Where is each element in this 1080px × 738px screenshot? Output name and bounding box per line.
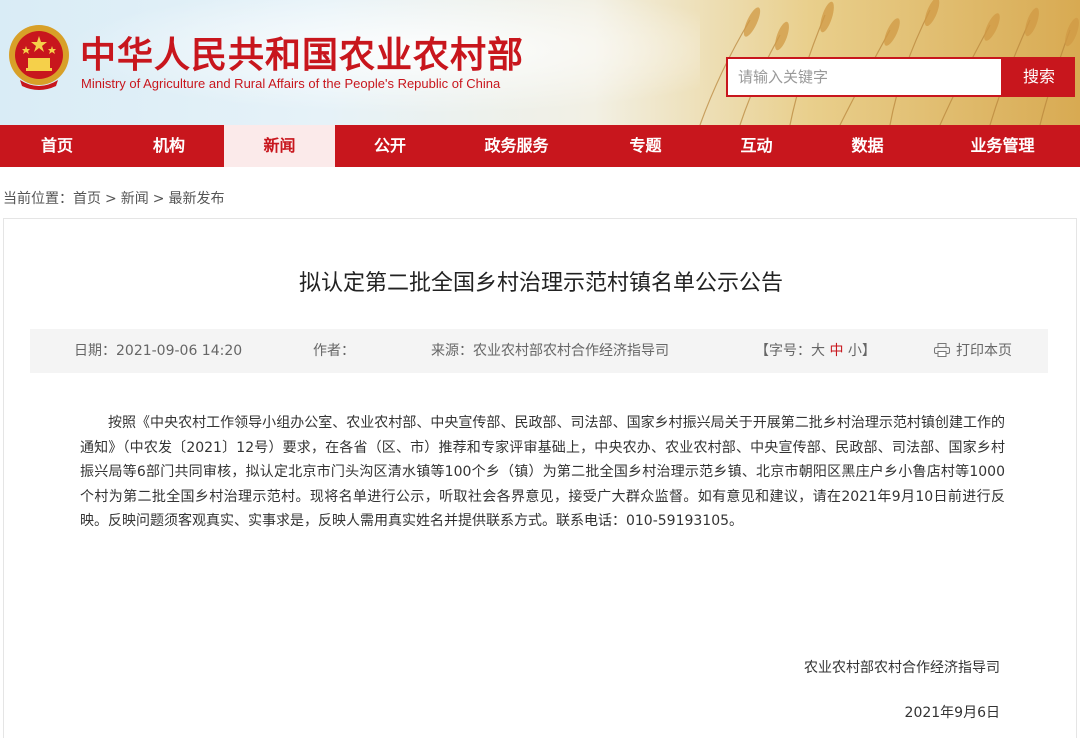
article-body: 按照《中央农村工作领导小组办公室、农业农村部、中央宣传部、民政部、司法部、国家乡…: [80, 415, 1005, 529]
printer-icon: [934, 343, 950, 357]
breadcrumb-separator: >: [152, 191, 165, 207]
breadcrumb: 当前位置：首页 > 新闻 > 最新发布: [3, 188, 224, 208]
breadcrumb-prefix: 当前位置：: [3, 191, 73, 207]
nav-item-organization[interactable]: 机构: [114, 125, 224, 167]
national-emblem-icon: [9, 25, 69, 90]
nav-item-news[interactable]: 新闻: [224, 125, 335, 167]
article-signature: 农业农村部农村合作经济指导司: [804, 660, 1000, 676]
article-title: 拟认定第二批全国乡村治理示范村镇名单公示公告: [298, 271, 783, 296]
breadcrumb-separator: >: [105, 191, 117, 207]
article-author: 作者：: [313, 343, 355, 359]
article-source: 来源：农业农村部农村合作经济指导司: [431, 343, 669, 359]
nav-item-interaction[interactable]: 互动: [703, 125, 810, 167]
search-input[interactable]: 请输入关键字: [726, 57, 1003, 97]
site-title-en: Ministry of Agriculture and Rural Affair…: [81, 76, 501, 91]
font-size-control: 【字号：大 中 小】: [755, 329, 876, 373]
nav-item-public[interactable]: 公开: [335, 125, 445, 167]
nav-item-topics[interactable]: 专题: [588, 125, 703, 167]
font-size-medium[interactable]: 中: [829, 343, 843, 359]
breadcrumb-news[interactable]: 新闻: [121, 191, 149, 207]
nav-item-services[interactable]: 政务服务: [445, 125, 588, 167]
article-date: 日期：2021-09-06 14:20: [74, 343, 243, 359]
breadcrumb-home[interactable]: 首页: [73, 191, 101, 207]
font-size-small[interactable]: 小: [848, 343, 862, 359]
print-button[interactable]: 打印本页: [934, 329, 1012, 373]
font-size-large[interactable]: 大: [811, 343, 825, 359]
site-header: 中华人民共和国农业农村部 Ministry of Agriculture and…: [0, 0, 1080, 125]
site-title-cn: 中华人民共和国农业农村部: [80, 34, 525, 76]
font-size-label: 【字号：: [755, 343, 811, 359]
article-meta-bar: 日期：2021-09-06 14:20 作者： 来源：农业农村部农村合作经济指导…: [30, 329, 1048, 373]
main-nav: 首页 机构 新闻 公开 政务服务 专题 互动 数据 业务管理: [0, 125, 1080, 167]
nav-item-home[interactable]: 首页: [0, 125, 114, 167]
nav-item-data[interactable]: 数据: [810, 125, 925, 167]
breadcrumb-latest[interactable]: 最新发布: [168, 191, 224, 207]
font-size-end: 】: [861, 343, 876, 359]
article-container: 拟认定第二批全国乡村治理示范村镇名单公示公告 日期：2021-09-06 14:…: [3, 218, 1077, 738]
print-label: 打印本页: [956, 343, 1012, 359]
search-button[interactable]: 搜索: [1003, 57, 1075, 97]
nav-item-business[interactable]: 业务管理: [925, 125, 1080, 167]
article-sign-date: 2021年9月6日: [904, 705, 1000, 721]
